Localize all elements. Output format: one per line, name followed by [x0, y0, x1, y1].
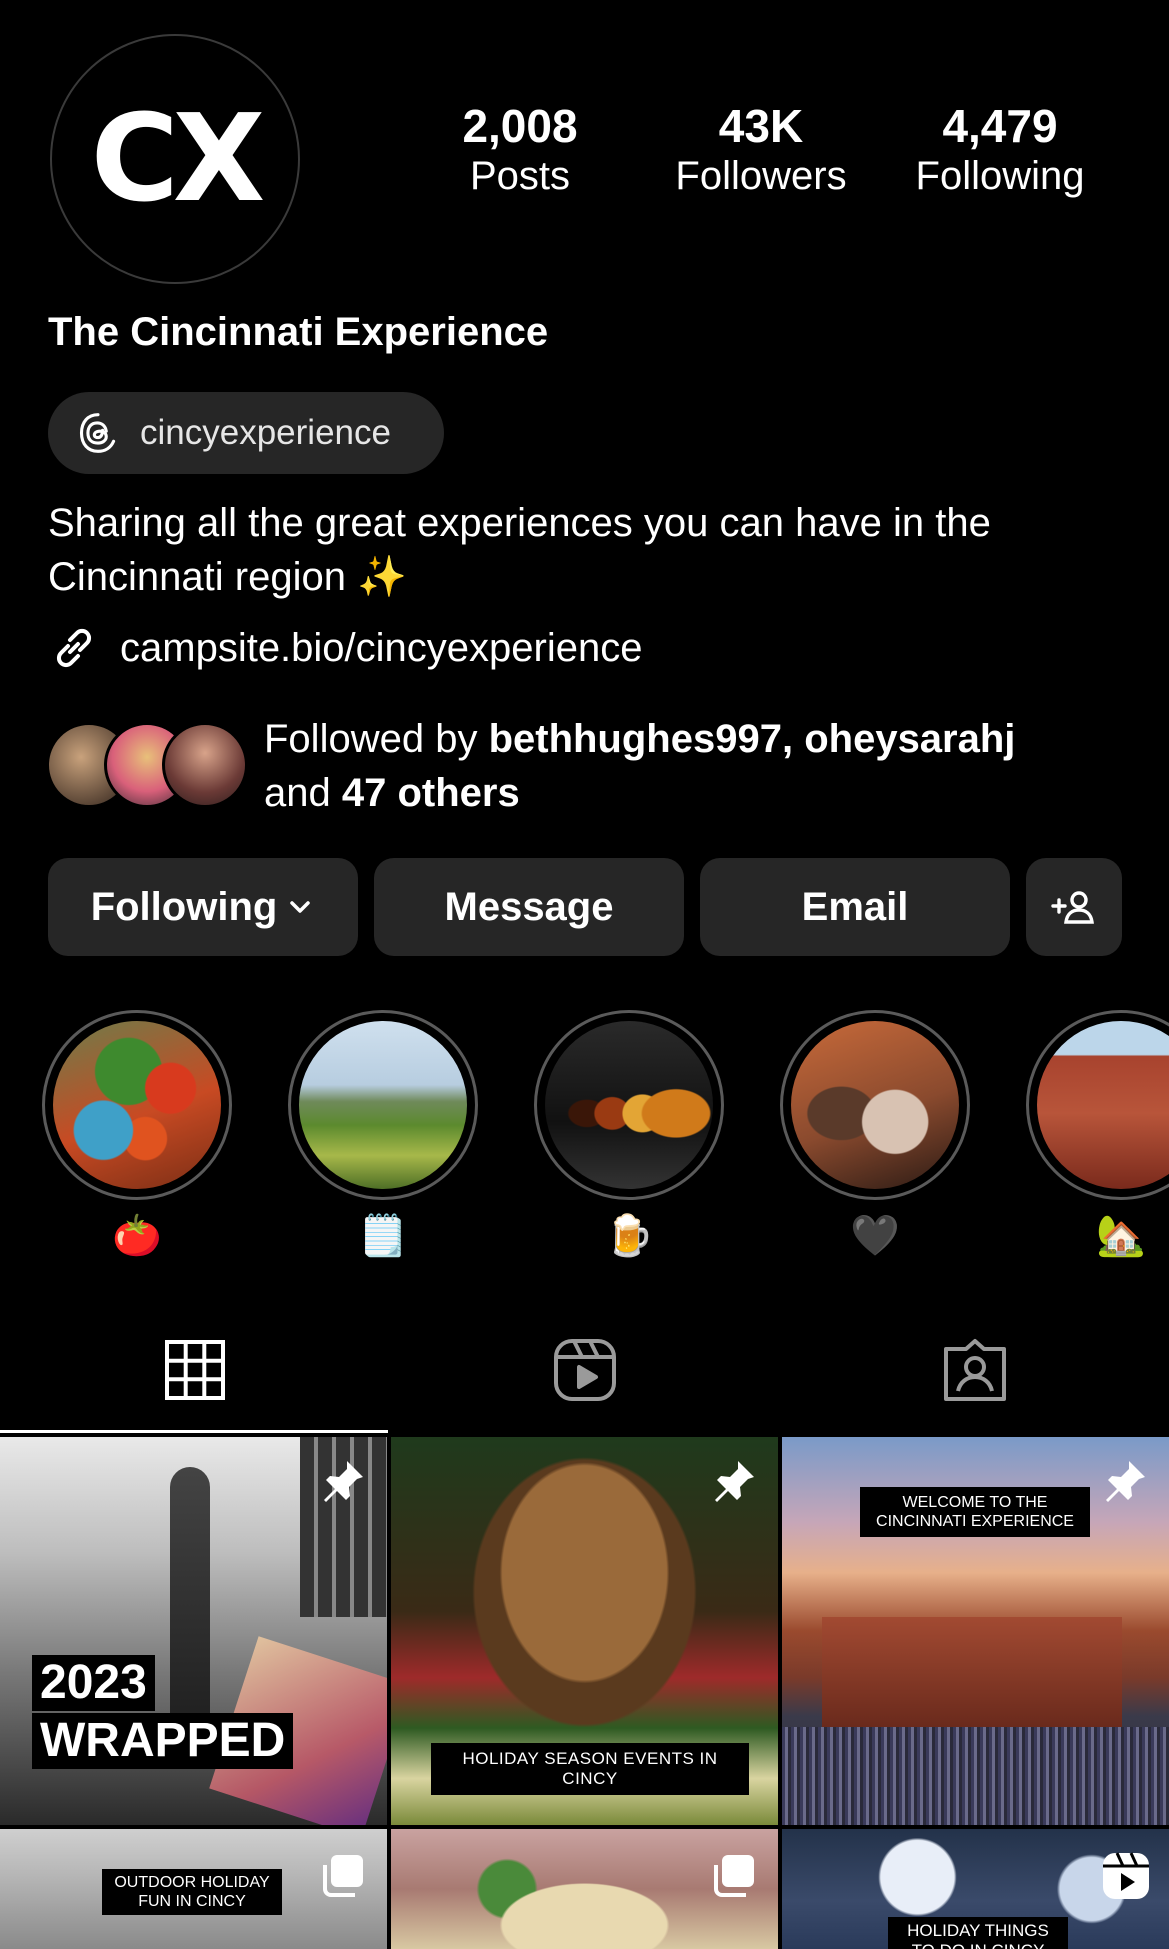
- highlight-house[interactable]: [1026, 1010, 1169, 1200]
- following-label: Following: [915, 153, 1085, 198]
- post-caption-line1: 2023: [32, 1655, 155, 1711]
- highlight-cover: [545, 1021, 713, 1189]
- tile-hall: [822, 1617, 1122, 1727]
- reels-icon: [1103, 1852, 1149, 1899]
- followers-count: 43K: [718, 100, 804, 152]
- post-caption-line2: WRAPPED: [32, 1713, 294, 1769]
- carousel-icon: [323, 1855, 363, 1897]
- tab-tagged[interactable]: [780, 1332, 1169, 1408]
- highlight-beer[interactable]: [534, 1010, 724, 1200]
- highlight-cover: [53, 1021, 221, 1189]
- post-tile[interactable]: [391, 1829, 778, 1949]
- active-tab-indicator: [0, 1430, 388, 1433]
- mutual-user-2: oheysarahj: [804, 717, 1016, 761]
- highlight-coffee[interactable]: [780, 1010, 970, 1200]
- posts-stat[interactable]: 2,008 Posts: [420, 100, 620, 199]
- email-button[interactable]: Email: [700, 858, 1010, 956]
- mutual-followers-avatars[interactable]: [46, 722, 248, 812]
- post-caption-line2: TO DO IN CINCY: [888, 1941, 1068, 1949]
- mutual-separator: ,: [781, 717, 805, 761]
- threads-badge[interactable]: cincyexperience: [48, 392, 444, 474]
- post-tile[interactable]: OUTDOOR HOLIDAY FUN IN CINCY: [0, 1829, 387, 1949]
- highlight-emoji: 🖤: [850, 1214, 900, 1258]
- message-button[interactable]: Message: [374, 858, 684, 956]
- highlight-cover: [791, 1021, 959, 1189]
- post-tile[interactable]: HOLIDAY SEASON EVENTS IN CINCY: [391, 1437, 778, 1825]
- mutual-avatar: [162, 722, 248, 808]
- link-icon: [56, 628, 92, 668]
- following-button[interactable]: Following: [48, 858, 358, 956]
- grid-icon: [165, 1340, 225, 1400]
- reels-icon: [554, 1339, 616, 1401]
- highlight-park[interactable]: [288, 1010, 478, 1200]
- threads-icon: [79, 413, 116, 453]
- post-caption-line2: CINCINNATI EXPERIENCE: [860, 1512, 1090, 1537]
- carousel-icon: [714, 1855, 754, 1897]
- chevron-down-icon: [290, 901, 311, 913]
- highlight-emoji: 🍅: [112, 1214, 162, 1258]
- post-caption-line1: OUTDOOR HOLIDAY: [102, 1869, 282, 1892]
- followed-by-and: and: [264, 771, 342, 815]
- highlight-emoji: 🗒️: [358, 1214, 408, 1258]
- profile-display-name: The Cincinnati Experience: [48, 310, 549, 354]
- post-tile[interactable]: HOLIDAY THINGS TO DO IN CINCY: [782, 1829, 1169, 1949]
- post-caption: HOLIDAY SEASON EVENTS IN CINCY: [431, 1743, 749, 1795]
- threads-handle: cincyexperience: [140, 413, 391, 452]
- following-count: 4,479: [942, 100, 1058, 152]
- post-tile[interactable]: 2023 WRAPPED: [0, 1437, 387, 1825]
- post-caption-line1: HOLIDAY THINGS: [888, 1917, 1068, 1941]
- followed-by-prefix: Followed by: [264, 717, 489, 761]
- tagged-icon: [944, 1339, 1006, 1401]
- tab-reels[interactable]: [390, 1332, 780, 1408]
- followed-by-text[interactable]: Followed by bethhughes997, oheysarahj and…: [264, 712, 1144, 820]
- followers-label: Followers: [675, 153, 847, 198]
- profile-link-text: campsite.bio/cincyexperience: [120, 625, 643, 670]
- highlight-emoji: 🍺: [604, 1214, 654, 1258]
- posts-label: Posts: [469, 153, 571, 198]
- posts-count: 2,008: [462, 100, 578, 152]
- email-button-label: Email: [801, 884, 909, 929]
- following-stat[interactable]: 4,479 Following: [900, 100, 1100, 199]
- followers-stat[interactable]: 43K Followers: [661, 100, 861, 199]
- highlight-cover: [1037, 1021, 1169, 1189]
- post-caption-line2: FUN IN CINCY: [102, 1892, 282, 1915]
- post-caption-line1: WELCOME TO THE: [860, 1487, 1090, 1512]
- mutual-others: 47 others: [341, 771, 520, 815]
- add-user-icon: [1051, 891, 1094, 924]
- mutual-user-1: bethhughes997: [488, 717, 782, 761]
- pin-icon: [715, 1461, 754, 1502]
- profile-link[interactable]: campsite.bio/cincyexperience: [48, 622, 642, 674]
- following-button-label: Following: [90, 884, 278, 929]
- pin-icon: [324, 1461, 363, 1502]
- pin-icon: [1106, 1461, 1145, 1502]
- suggest-users-button[interactable]: [1026, 858, 1122, 956]
- highlight-cover: [299, 1021, 467, 1189]
- profile-avatar[interactable]: CX: [50, 34, 300, 284]
- message-button-label: Message: [444, 884, 614, 929]
- tile-crowd: [782, 1727, 1169, 1825]
- avatar-logo-text: CX: [90, 89, 266, 229]
- tab-posts-grid[interactable]: [0, 1332, 390, 1408]
- highlight-produce[interactable]: [42, 1010, 232, 1200]
- highlight-emoji: 🏡: [1096, 1214, 1146, 1258]
- post-tile[interactable]: WELCOME TO THE CINCINNATI EXPERIENCE: [782, 1437, 1169, 1825]
- profile-bio: Sharing all the great experiences you ca…: [48, 501, 991, 599]
